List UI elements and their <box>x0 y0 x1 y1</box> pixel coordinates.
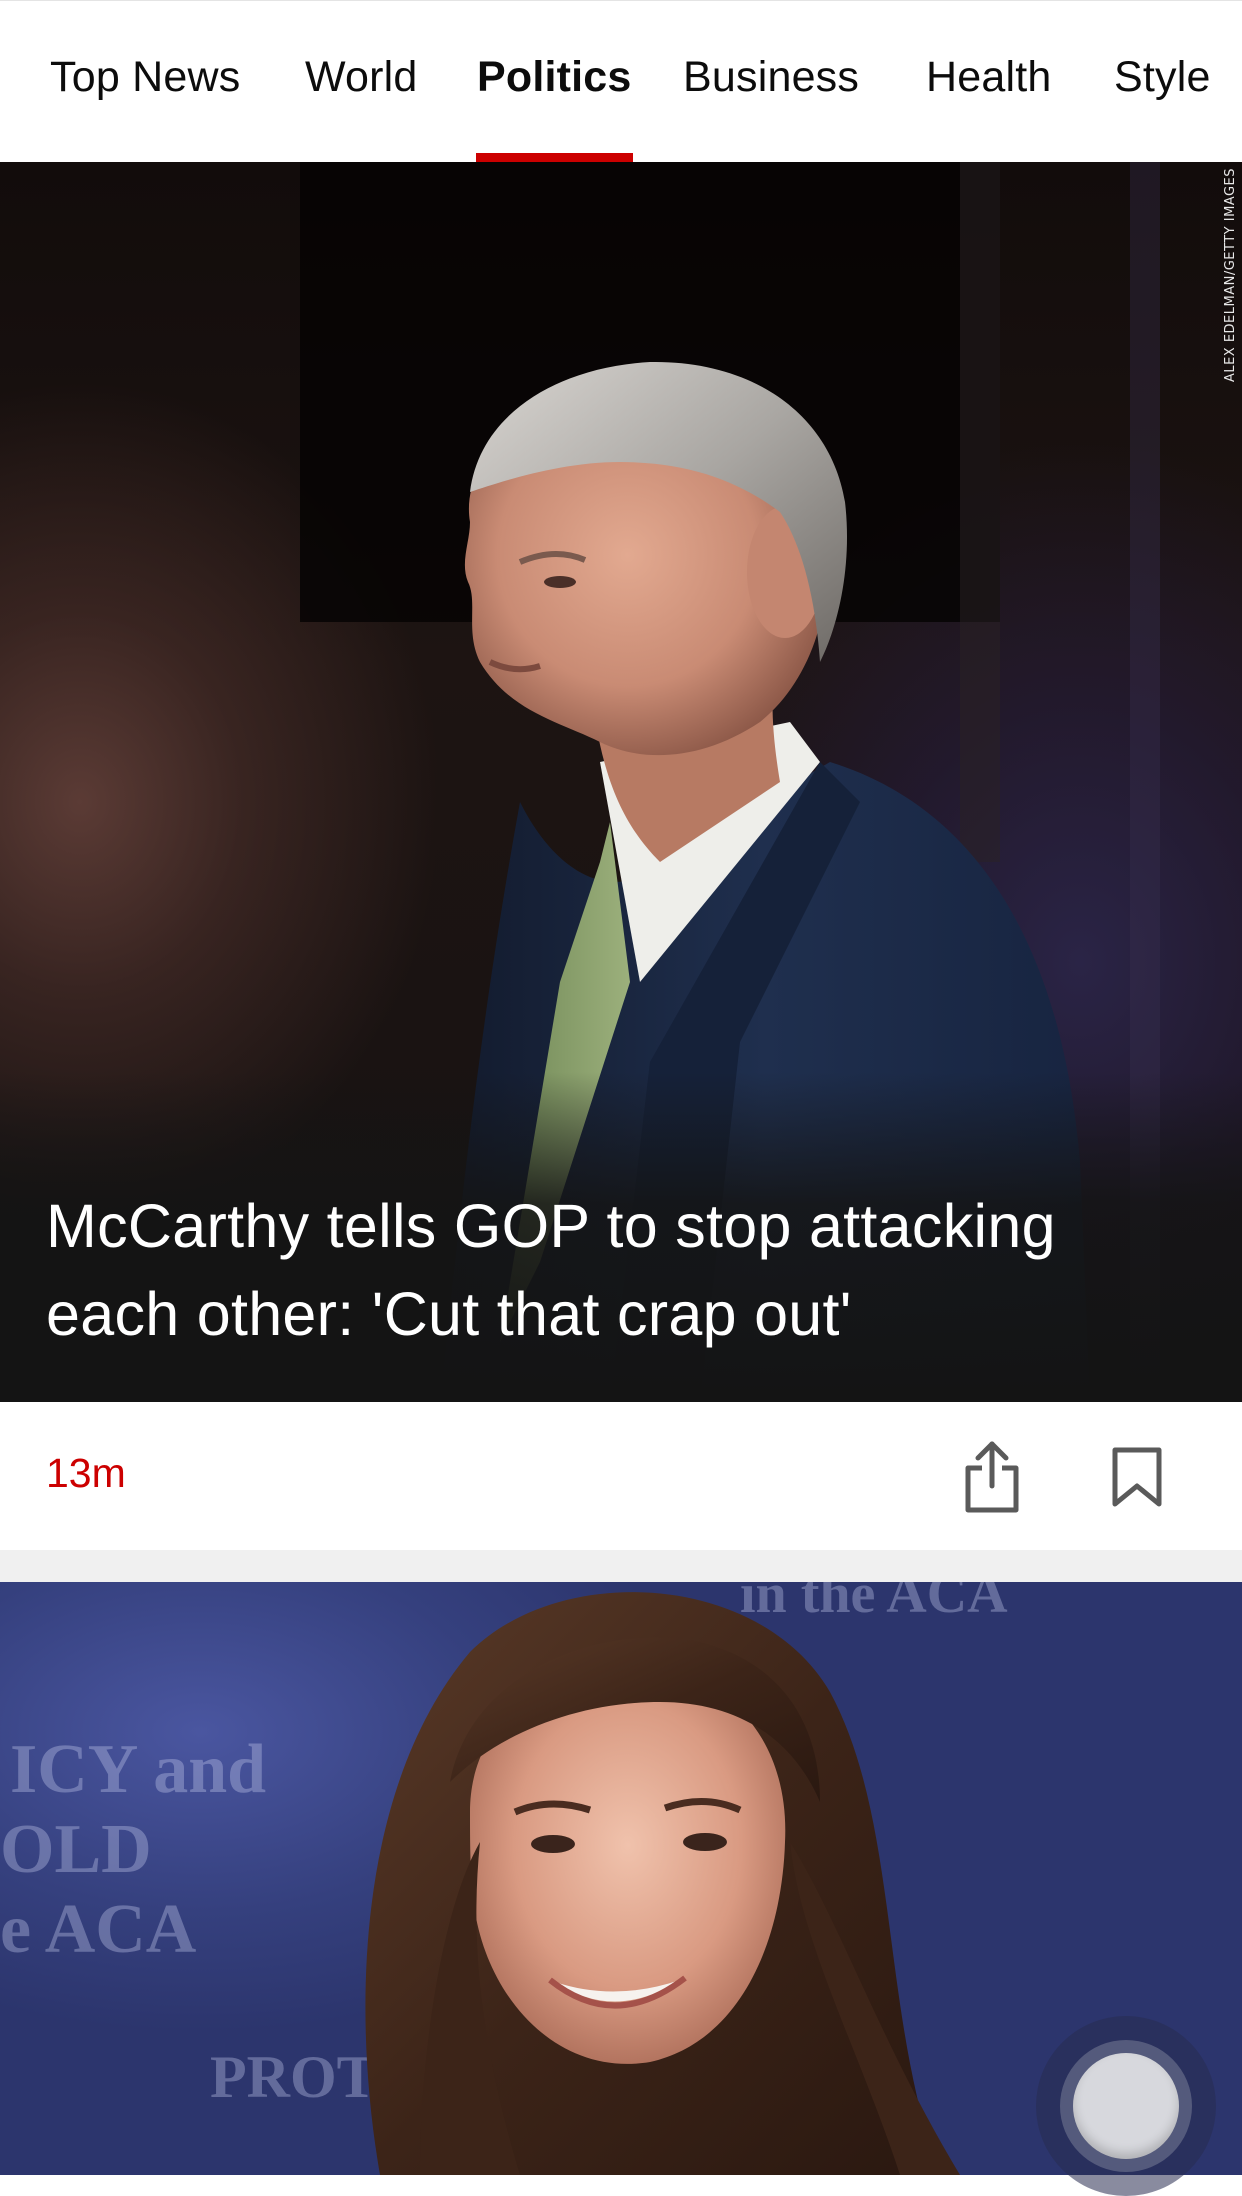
bookmark-button[interactable] <box>1097 1432 1177 1522</box>
tab-politics[interactable]: Politics <box>477 53 632 102</box>
bookmark-icon <box>1112 1447 1162 1507</box>
story-timestamp: 13m <box>46 1450 126 1496</box>
assistive-touch-icon <box>1060 2040 1192 2172</box>
active-tab-indicator <box>476 153 633 162</box>
backdrop-text-3: e ACA <box>0 1891 197 1968</box>
story-separator <box>0 1550 1242 1582</box>
tab-top-news[interactable]: Top News <box>50 53 240 102</box>
hero-story-card[interactable]: McCarthy tells GOP to stop attacking eac… <box>0 162 1242 1402</box>
backdrop-text-1: ICY and <box>10 1731 266 1808</box>
share-button[interactable] <box>952 1432 1032 1522</box>
tab-health[interactable]: Health <box>926 53 1052 102</box>
hero-headline[interactable]: McCarthy tells GOP to stop attacking eac… <box>46 1182 1196 1358</box>
tab-style[interactable]: Style <box>1114 53 1211 102</box>
tab-world[interactable]: World <box>305 53 418 102</box>
tab-business[interactable]: Business <box>683 53 859 102</box>
story-meta-row: 13m <box>0 1402 1242 1550</box>
backdrop-text-2: OLD <box>0 1811 152 1888</box>
photo-credit: ALEX EDELMAN/GETTY IMAGES <box>1223 168 1238 383</box>
share-icon <box>965 1441 1019 1513</box>
section-tabs: Top News World Politics Business Health … <box>0 0 1242 162</box>
assistive-touch-button[interactable] <box>1036 2016 1216 2196</box>
backdrop-text-4: in the ACA <box>740 1582 1008 1625</box>
